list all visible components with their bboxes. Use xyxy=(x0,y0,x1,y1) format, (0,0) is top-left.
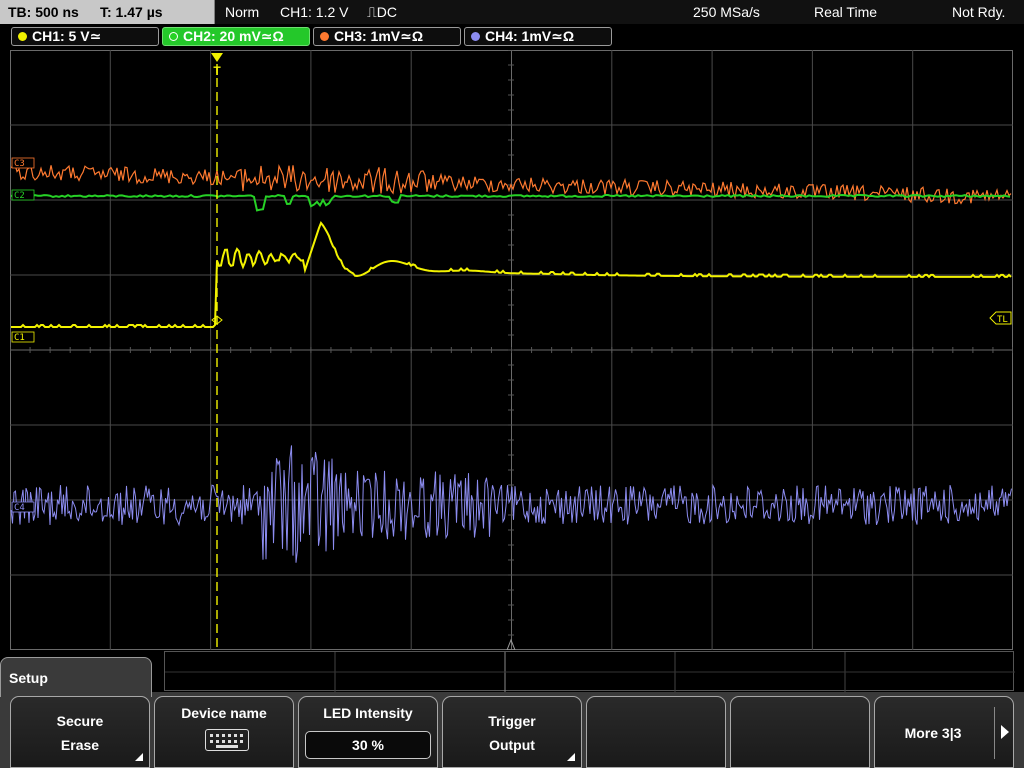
ch3-reference-marker[interactable]: C3 xyxy=(11,157,35,169)
sample-rate: 250 MSa/s xyxy=(693,4,760,20)
ch1-ref-label: C1 xyxy=(14,333,25,343)
ch1-reference-marker[interactable]: C1 xyxy=(11,331,35,343)
secure-erase-button[interactable]: Secure Erase xyxy=(10,696,150,768)
submenu-corner-icon xyxy=(135,753,143,761)
softkey-6-empty[interactable] xyxy=(730,696,870,768)
ch4-color-dot xyxy=(471,32,480,41)
arrow-right-icon xyxy=(1001,725,1009,739)
menu-title-tab: Setup xyxy=(0,657,152,697)
channel-tab-ch1[interactable]: CH1: 5 V≃ xyxy=(11,27,159,46)
menu-title: Setup xyxy=(9,670,48,686)
led-intensity-button[interactable]: LED Intensity 30 % xyxy=(298,696,438,768)
softkey-5-empty[interactable] xyxy=(586,696,726,768)
keyboard-icon xyxy=(205,729,249,751)
trigger-output-line1: Trigger xyxy=(488,713,536,729)
more-separator xyxy=(994,707,995,759)
ch1-color-dot xyxy=(18,32,27,41)
ch2-ref-label: C2 xyxy=(14,191,25,201)
trigger-slope-coupling: ⎍DC xyxy=(367,4,398,20)
timebase-readout: TB: 500 ns xyxy=(8,4,79,20)
ch1-label: CH1: 5 V≃ xyxy=(32,28,102,44)
device-name-label: Device name xyxy=(181,705,267,721)
ch2-reference-marker[interactable]: C2 xyxy=(11,189,35,201)
channel-tab-ch2[interactable]: CH2: 20 mV≃Ω xyxy=(162,27,310,46)
more-label: More 3|3 xyxy=(904,725,962,741)
ch4-reference-marker[interactable]: C4 xyxy=(11,501,35,513)
trigger-position-label: T xyxy=(213,64,221,78)
channel-tab-ch3[interactable]: CH3: 1mV≃Ω xyxy=(313,27,461,46)
strip-grid xyxy=(165,652,1015,692)
ch4-ref-label: C4 xyxy=(14,503,25,513)
secure-erase-line1: Secure xyxy=(56,713,104,729)
submenu-corner-icon xyxy=(567,753,575,761)
trigger-mode[interactable]: Norm xyxy=(225,4,259,20)
trigger-output-line2: Output xyxy=(489,737,535,753)
channel-tab-ch4[interactable]: CH4: 1mV≃Ω xyxy=(464,27,612,46)
ready-state: Not Rdy. xyxy=(952,4,1006,20)
trigger-source-level[interactable]: CH1: 1.2 V xyxy=(280,4,348,20)
ch4-label: CH4: 1mV≃Ω xyxy=(485,28,575,44)
trigger-time-readout: T: 1.47 µs xyxy=(100,4,163,20)
waveform-display[interactable]: T C3 C2 C1 C4 TL xyxy=(10,50,1013,650)
led-intensity-label: LED Intensity xyxy=(323,705,413,721)
acquisition-mode: Real Time xyxy=(814,4,878,20)
secondary-info-strip xyxy=(164,651,1015,692)
trigger-output-button[interactable]: Trigger Output xyxy=(442,696,582,768)
ch2-label: CH2: 20 mV≃Ω xyxy=(183,28,284,44)
device-name-button[interactable]: Device name xyxy=(154,696,294,768)
channel-tabs: CH1: 5 V≃ CH2: 20 mV≃Ω CH3: 1mV≃Ω CH4: 1… xyxy=(0,26,1024,48)
acquisition-status-bar: Norm CH1: 1.2 V ⎍DC 250 MSa/s Real Time … xyxy=(215,0,1024,24)
timebase-panel[interactable]: TB: 500 ns T: 1.47 µs xyxy=(0,0,215,24)
ch3-ref-label: C3 xyxy=(14,159,25,169)
ch3-color-dot xyxy=(320,32,329,41)
secure-erase-line2: Erase xyxy=(60,737,100,753)
more-button[interactable]: More 3|3 xyxy=(874,696,1014,768)
ch2-color-dot xyxy=(169,32,178,41)
trigger-level-label: TL xyxy=(997,315,1008,325)
led-intensity-value[interactable]: 30 % xyxy=(305,731,431,759)
ch3-label: CH3: 1mV≃Ω xyxy=(334,28,424,44)
